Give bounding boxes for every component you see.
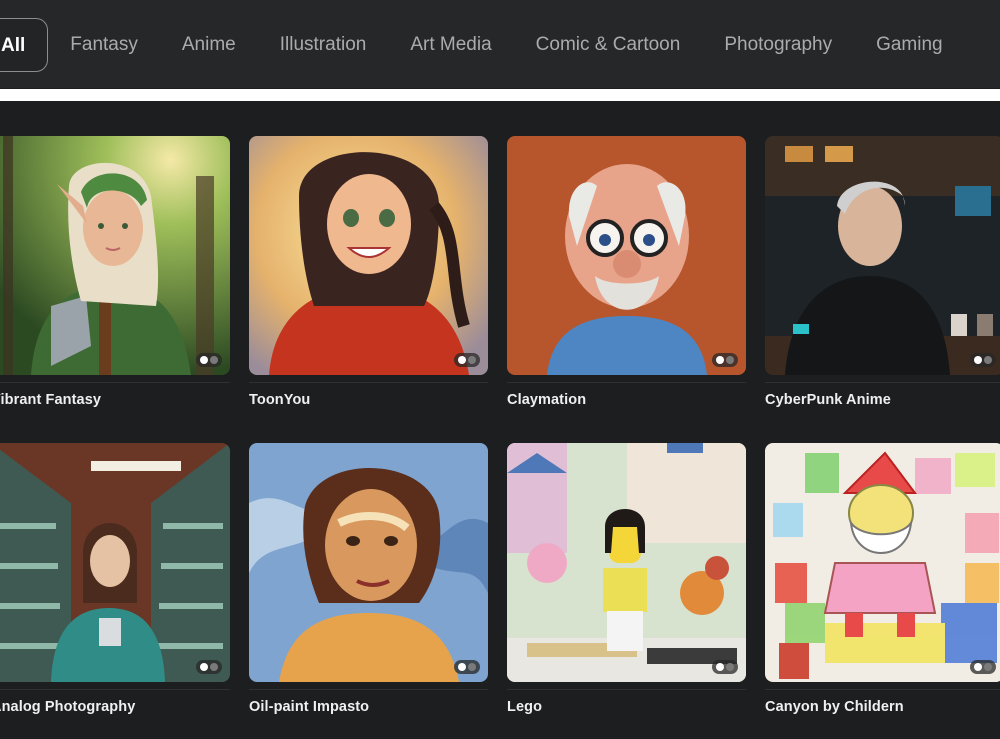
style-title: CyberPunk Anime — [765, 392, 891, 408]
clay-old-man-image[interactable] — [507, 136, 746, 375]
tab-comic-cartoon[interactable]: Comic & Cartoon — [514, 18, 703, 72]
style-title: Oil-paint Impasto — [249, 699, 370, 715]
tab-gaming[interactable]: Gaming — [854, 18, 965, 72]
image-toggle[interactable] — [712, 660, 738, 674]
woman-in-store-image[interactable] — [0, 443, 230, 682]
style-title: Vibrant Fantasy — [0, 392, 102, 408]
tab-anime[interactable]: Anime — [160, 18, 258, 72]
elf-warrior-image[interactable] — [0, 136, 230, 375]
style-title: ToonYou — [249, 392, 311, 408]
tab-art-media[interactable]: Art Media — [388, 18, 513, 72]
image-toggle[interactable] — [196, 353, 222, 367]
cyberpunk-man-image[interactable] — [765, 136, 1000, 375]
divider-bar — [0, 89, 1000, 101]
style-title: Canyon by Childern — [765, 699, 904, 715]
tab-photography[interactable]: Photography — [702, 18, 854, 72]
impasto-portrait-image[interactable] — [249, 443, 488, 682]
tab-fantasy[interactable]: Fantasy — [48, 18, 160, 72]
child-drawing-santa-image[interactable] — [765, 443, 1000, 682]
image-toggle[interactable] — [970, 353, 996, 367]
image-toggle[interactable] — [196, 660, 222, 674]
style-title: Lego — [507, 699, 543, 715]
category-bar: All Fantasy Anime Illustration Art Media… — [0, 0, 1000, 88]
tab-all[interactable]: All — [0, 18, 49, 72]
image-toggle[interactable] — [454, 353, 480, 367]
cartoon-girl-image[interactable] — [249, 136, 488, 375]
style-title: Claymation — [507, 392, 587, 408]
category-tabs: All Fantasy Anime Illustration Art Media… — [0, 18, 965, 72]
image-toggle[interactable] — [712, 353, 738, 367]
tab-illustration[interactable]: Illustration — [258, 18, 389, 72]
lego-figure-image[interactable] — [507, 443, 746, 682]
style-title: Analog Photography — [0, 699, 136, 715]
image-toggle[interactable] — [454, 660, 480, 674]
image-toggle[interactable] — [970, 660, 996, 674]
